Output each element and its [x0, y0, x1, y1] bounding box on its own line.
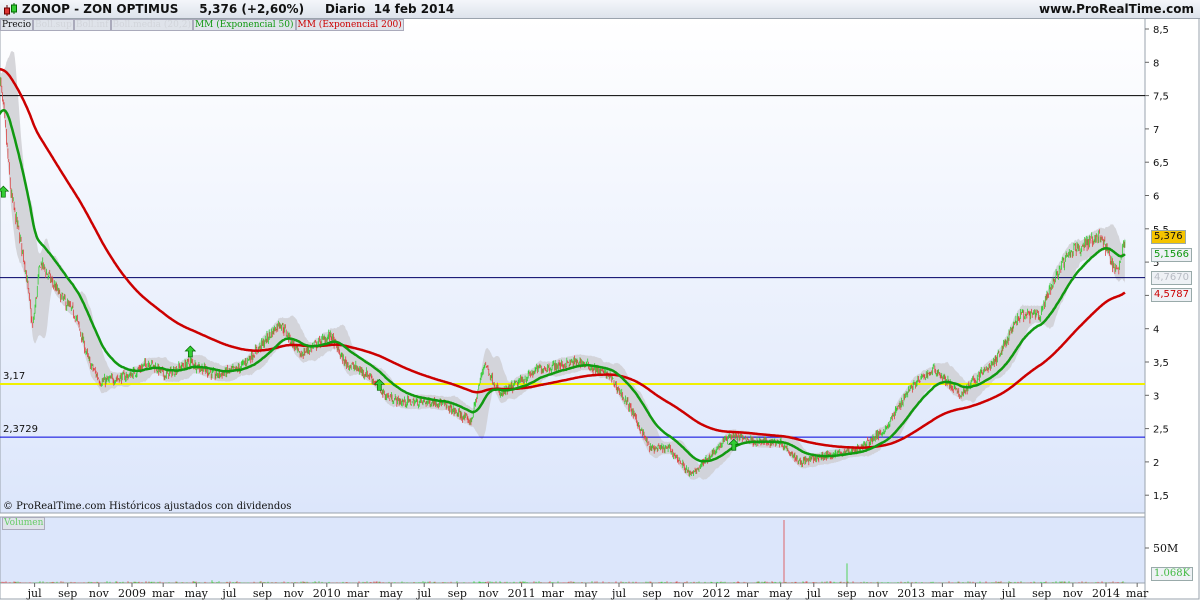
x-tick-label: jul — [220, 587, 236, 600]
x-tick-label: nov — [868, 587, 889, 600]
x-tick-label: mar — [931, 587, 954, 600]
y-tick-label: 8,5 — [1153, 25, 1169, 36]
y-tick-label: 1,5 — [1153, 491, 1169, 502]
x-tick-label: mar — [1126, 587, 1149, 600]
symbol-name: ZONOP - ZON OPTIMUS — [22, 2, 179, 16]
price-tag: 5,376 — [1151, 230, 1186, 245]
x-tick-label: sep — [58, 587, 77, 600]
x-tick-label: mar — [736, 587, 759, 600]
x-tick-label: jul — [26, 587, 42, 600]
candlestick-logo-icon — [4, 3, 17, 16]
x-tick-label: nov — [479, 587, 500, 600]
x-tick-label: jul — [415, 587, 431, 600]
y-tick-label: 7 — [1153, 125, 1159, 136]
x-tick-label: sep — [837, 587, 856, 600]
x-tick-label: may — [379, 587, 403, 600]
x-tick-label: sep — [253, 587, 272, 600]
x-tick-label: 2012 — [702, 587, 730, 600]
y-tick-label: 6 — [1153, 192, 1159, 203]
chart-date: 14 feb 2014 — [373, 2, 455, 16]
x-tick-label: 2014 — [1092, 587, 1120, 600]
x-tick-label: may — [574, 587, 598, 600]
price-panel — [0, 17, 1146, 514]
price-tag: 4,5787 — [1151, 288, 1192, 303]
chart-title: ZONOP - ZON OPTIMUS 5,376 (+2,60%) Diari… — [22, 2, 454, 16]
x-tick-label: jul — [610, 587, 626, 600]
legend-ema50[interactable]: MM (Exponencial 50) — [192, 19, 296, 31]
x-tick-label: mar — [152, 587, 175, 600]
y-tick-label: 2,5 — [1153, 425, 1169, 436]
horizontal-line-label: 3,17 — [3, 370, 26, 382]
y-tick-label: 6,5 — [1153, 158, 1169, 169]
y-tick-label: 3,5 — [1153, 358, 1169, 369]
legend-boll-inf[interactable]: Boll.inf — [73, 19, 111, 31]
price-tag: 5,1566 — [1151, 247, 1192, 262]
y-tick-label: 4 — [1153, 325, 1159, 336]
x-tick-label: mar — [347, 587, 370, 600]
y-axis-area — [1144, 17, 1200, 600]
volume-panel — [0, 516, 1146, 584]
x-tick-label: may — [964, 587, 988, 600]
period: Diario — [324, 2, 366, 16]
legend-boll-media[interactable]: Boll.media (20,2) — [110, 19, 193, 31]
x-tick-label: 2011 — [508, 587, 536, 600]
x-tick-label: nov — [284, 587, 305, 600]
last-price: 5,376 (+2,60%) — [199, 2, 305, 16]
x-tick-label: 2013 — [897, 587, 925, 600]
x-tick-label: may — [185, 587, 209, 600]
copyright-note: © ProRealTime.com Históricos ajustados c… — [3, 501, 292, 512]
legend-ema200[interactable]: MM (Exponencial 200) — [295, 19, 404, 31]
horizontal-line-label: 2,3729 — [3, 424, 38, 436]
x-tick-label: 2009 — [118, 587, 146, 600]
x-tick-label: jul — [805, 587, 821, 600]
volume-legend[interactable]: Volumen — [2, 517, 46, 530]
x-tick-label: 2010 — [313, 587, 341, 600]
y-tick-label: 7,5 — [1153, 92, 1169, 103]
volume-y-tick-label: 50M — [1153, 542, 1178, 555]
x-tick-label: nov — [1063, 587, 1084, 600]
site-link[interactable]: www.ProRealTime.com — [1039, 2, 1194, 16]
indicator-legend: Precio Boll.sup Boll.inf Boll.media (20,… — [0, 19, 404, 31]
x-tick-label: jul — [1000, 587, 1016, 600]
x-tick-label: sep — [1032, 587, 1051, 600]
x-tick-label: sep — [448, 587, 467, 600]
y-tick-label: 2 — [1153, 458, 1159, 469]
y-tick-label: 3 — [1153, 391, 1159, 402]
x-tick-label: sep — [643, 587, 662, 600]
y-tick-label: 8 — [1153, 58, 1159, 69]
x-tick-label: may — [769, 587, 793, 600]
x-tick-label: nov — [673, 587, 694, 600]
x-tick-label: mar — [542, 587, 565, 600]
legend-boll-sup[interactable]: Boll.sup — [33, 19, 74, 31]
price-tag: 4,7670 — [1151, 270, 1192, 285]
x-tick-label: nov — [89, 587, 110, 600]
legend-price[interactable]: Precio — [0, 19, 34, 31]
title-bar: ZONOP - ZON OPTIMUS 5,376 (+2,60%) Diari… — [0, 0, 1200, 19]
volume-tag: 1.068K — [1151, 567, 1194, 581]
